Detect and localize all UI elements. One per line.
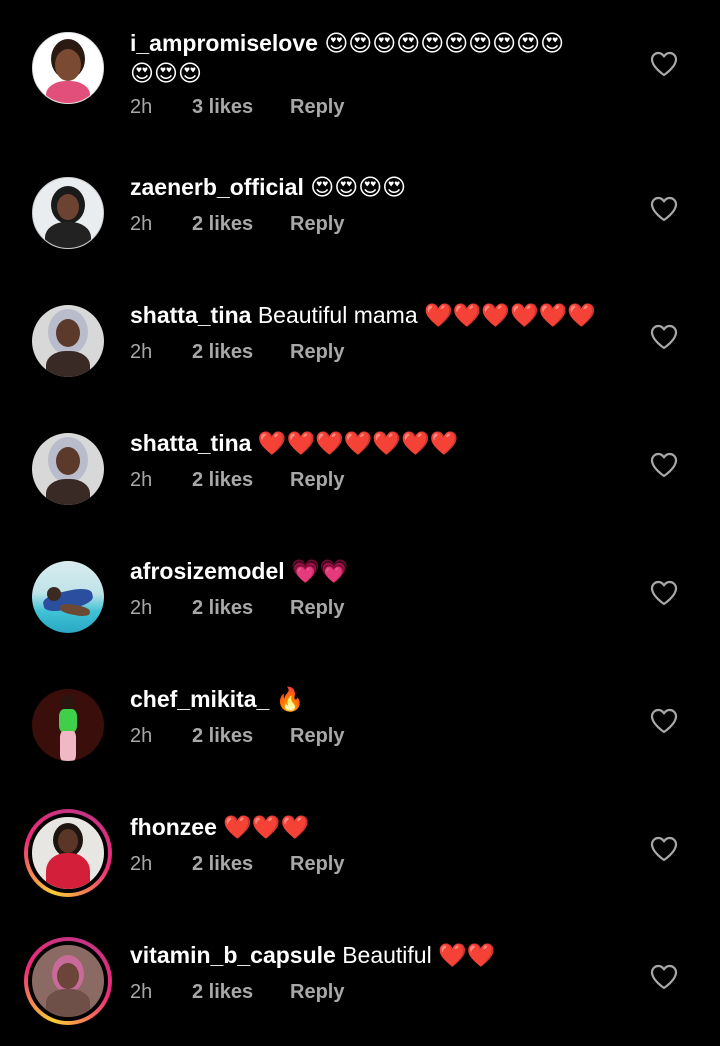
comment-emojis: 😍😍😍😍😍😍😍😍😍😍: [324, 30, 565, 56]
comment-username[interactable]: i_ampromiselove: [130, 30, 318, 56]
comment-meta: 2h 2 likes Reply: [130, 469, 344, 495]
heart-outline-icon[interactable]: [650, 964, 678, 990]
comment-time: 2h: [130, 213, 153, 235]
comment-username[interactable]: fhonzee: [130, 814, 217, 840]
comment-text: chef_mikita_ 🔥: [130, 684, 630, 714]
comment-meta: 2h 3 likes Reply: [130, 96, 344, 122]
comment-body: Beautiful: [342, 942, 432, 968]
comment-meta: 2h 2 likes Reply: [130, 981, 344, 1007]
comment-text: afrosizemodel 💗💗: [130, 556, 630, 586]
comment-username[interactable]: chef_mikita_: [130, 686, 269, 712]
comment-emojis: ❤️❤️: [438, 942, 496, 968]
heart-outline-icon[interactable]: [650, 452, 678, 478]
avatar-story-ring[interactable]: [24, 809, 112, 897]
comment-emojis: 😍😍😍: [130, 60, 202, 86]
comment-time: 2h: [130, 981, 153, 1003]
comment-text: shatta_tina ❤️❤️❤️❤️❤️❤️❤️: [130, 428, 630, 458]
reply-button[interactable]: Reply: [290, 213, 344, 239]
avatar[interactable]: [32, 305, 104, 377]
comment-likes[interactable]: 3 likes: [192, 96, 290, 122]
comment-time: 2h: [130, 725, 153, 747]
heart-outline-icon[interactable]: [650, 708, 678, 734]
comment-emojis: 🔥: [275, 686, 305, 712]
comment-username[interactable]: shatta_tina: [130, 302, 251, 328]
avatar-story-ring[interactable]: [24, 937, 112, 1025]
avatar[interactable]: [32, 177, 104, 249]
reply-button[interactable]: Reply: [290, 96, 344, 122]
comment-meta: 2h 2 likes Reply: [130, 597, 344, 623]
comment-time: 2h: [130, 597, 153, 619]
comment-likes[interactable]: 2 likes: [192, 725, 290, 751]
comment-text: zaenerb_official 😍😍😍😍: [130, 172, 630, 202]
reply-button[interactable]: Reply: [290, 597, 344, 623]
comment-emojis: 💗💗: [291, 558, 349, 584]
comment-username[interactable]: shatta_tina: [130, 430, 251, 456]
comment-emojis: ❤️❤️❤️: [223, 814, 310, 840]
comment-text: i_ampromiselove 😍😍😍😍😍😍😍😍😍😍: [130, 28, 630, 58]
comment-body: Beautiful mama: [257, 302, 418, 328]
comment-text: fhonzee ❤️❤️❤️: [130, 812, 630, 842]
avatar: [28, 813, 108, 893]
comment-emojis: 😍😍😍😍: [310, 174, 407, 200]
avatar[interactable]: [32, 689, 104, 761]
reply-button[interactable]: Reply: [290, 469, 344, 495]
reply-button[interactable]: Reply: [290, 341, 344, 367]
heart-outline-icon[interactable]: [650, 324, 678, 350]
avatar[interactable]: [32, 32, 104, 104]
comment-likes[interactable]: 2 likes: [192, 597, 290, 623]
comment-username[interactable]: vitamin_b_capsule: [130, 942, 336, 968]
comment-emojis: ❤️❤️❤️❤️❤️❤️: [424, 302, 596, 328]
avatar[interactable]: [32, 433, 104, 505]
comment-text: shatta_tina Beautiful mama ❤️❤️❤️❤️❤️❤️: [130, 300, 630, 330]
heart-outline-icon[interactable]: [650, 580, 678, 606]
comment-likes[interactable]: 2 likes: [192, 213, 290, 239]
reply-button[interactable]: Reply: [290, 853, 344, 879]
heart-outline-icon[interactable]: [650, 51, 678, 77]
comment-meta: 2h 2 likes Reply: [130, 213, 344, 239]
comment-text-continued: 😍😍😍: [130, 58, 630, 88]
comment-username[interactable]: zaenerb_official: [130, 174, 304, 200]
comment-time: 2h: [130, 341, 153, 363]
comment-emojis: ❤️❤️❤️❤️❤️❤️❤️: [257, 430, 459, 456]
comment-time: 2h: [130, 96, 153, 118]
comment-time: 2h: [130, 853, 153, 875]
avatar: [28, 941, 108, 1021]
heart-outline-icon[interactable]: [650, 836, 678, 862]
avatar[interactable]: [32, 561, 104, 633]
comment-meta: 2h 2 likes Reply: [130, 341, 344, 367]
heart-outline-icon[interactable]: [650, 196, 678, 222]
comment-likes[interactable]: 2 likes: [192, 341, 290, 367]
reply-button[interactable]: Reply: [290, 725, 344, 751]
comment-likes[interactable]: 2 likes: [192, 469, 290, 495]
comment-username[interactable]: afrosizemodel: [130, 558, 285, 584]
comment-likes[interactable]: 2 likes: [192, 981, 290, 1007]
comment-time: 2h: [130, 469, 153, 491]
reply-button[interactable]: Reply: [290, 981, 344, 1007]
comment-meta: 2h 2 likes Reply: [130, 853, 344, 879]
comment-meta: 2h 2 likes Reply: [130, 725, 344, 751]
comment-likes[interactable]: 2 likes: [192, 853, 290, 879]
comment-text: vitamin_b_capsule Beautiful ❤️❤️: [130, 940, 630, 970]
